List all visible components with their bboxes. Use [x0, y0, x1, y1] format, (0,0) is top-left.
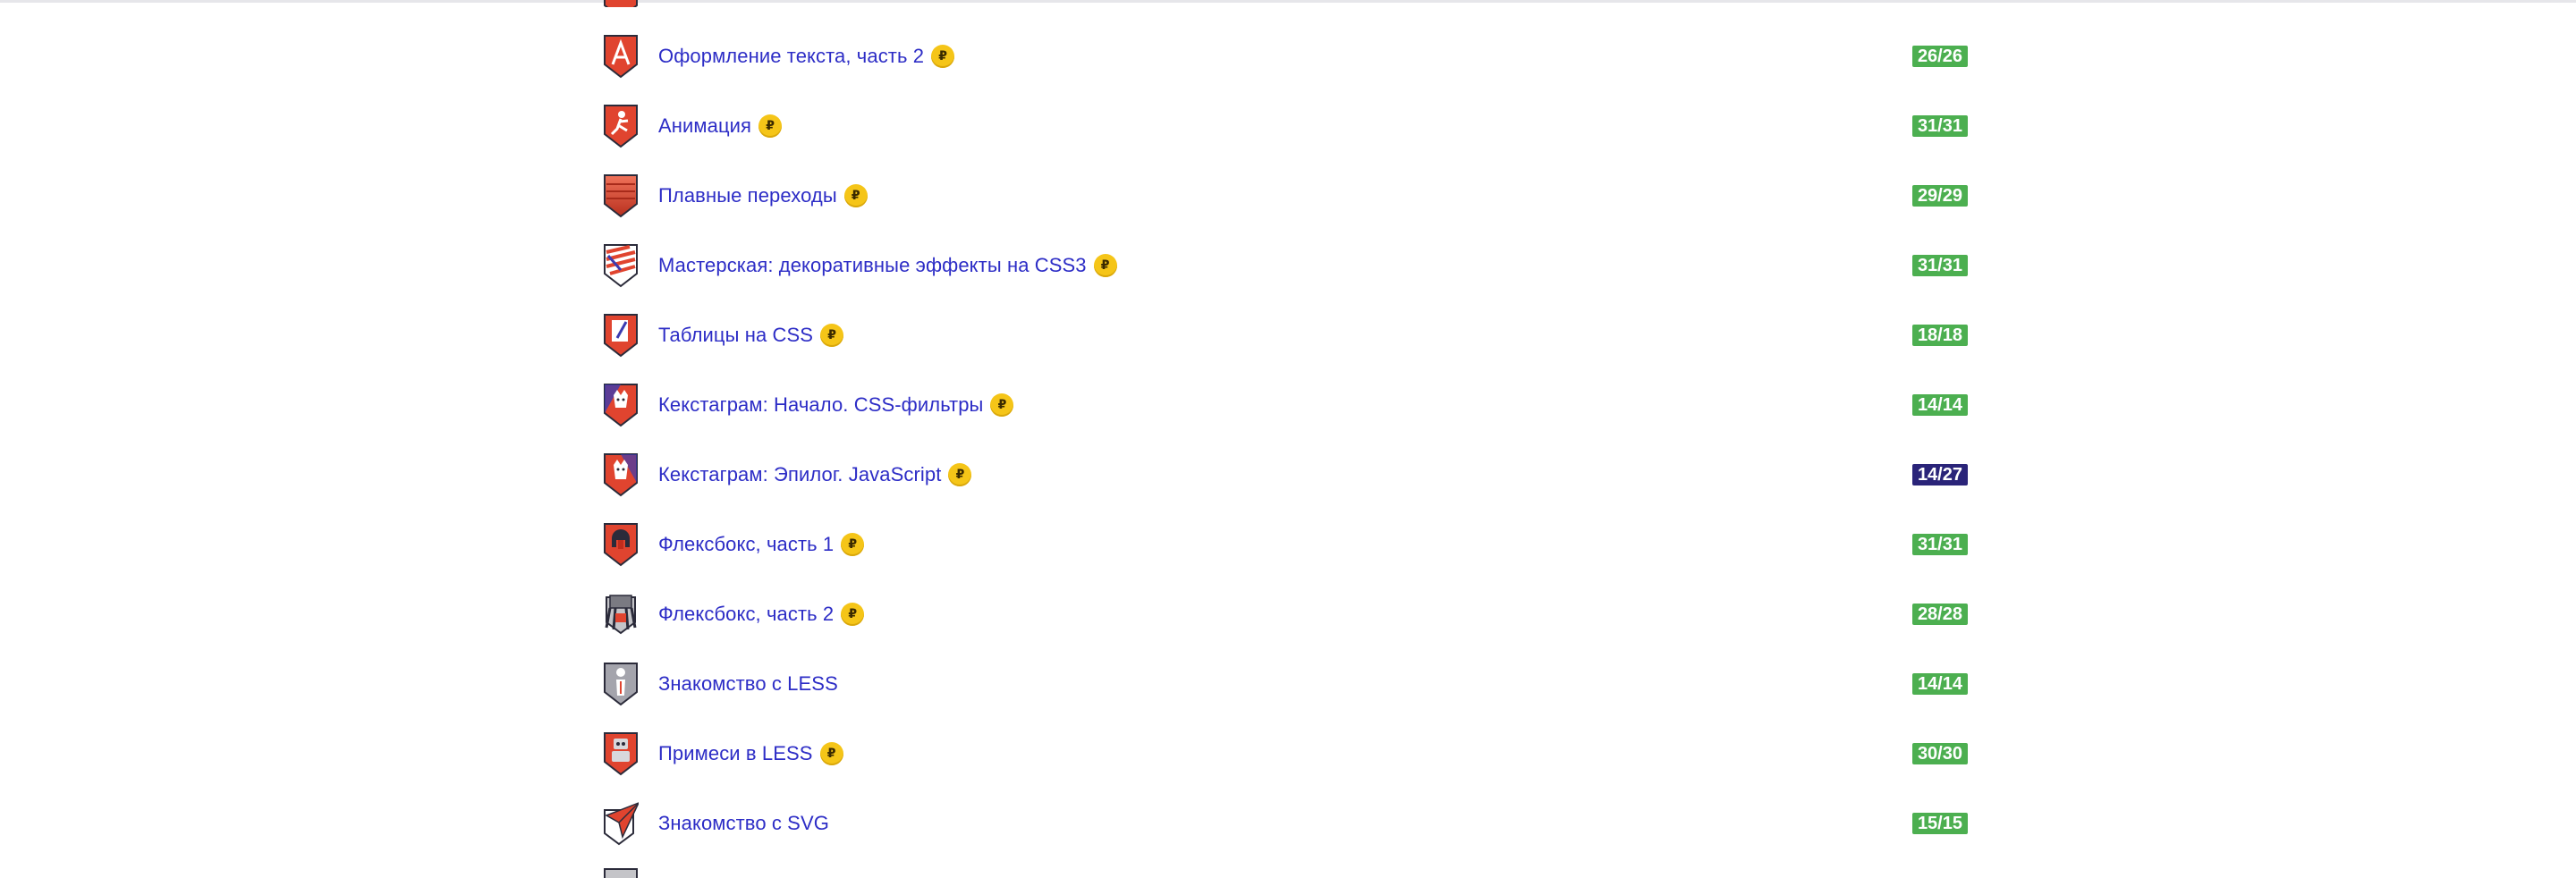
- progress-badge: 31/31: [1911, 115, 1968, 137]
- course-link[interactable]: Плавные переходы: [658, 184, 837, 207]
- course-link[interactable]: Кекстаграм: Начало. CSS-фильтры: [658, 393, 983, 417]
- partial-course-badge-icon: [603, 0, 639, 7]
- progress-badge: 18/18: [1911, 325, 1968, 346]
- ruble-coin-icon: ₽: [841, 603, 865, 626]
- course-link[interactable]: Знакомство с SVG: [658, 812, 829, 835]
- gradient-stripes-icon: [603, 173, 639, 218]
- course-row: Таблицы на CSS ₽ 18/18: [590, 300, 1968, 370]
- ruble-coin-icon: ₽: [841, 533, 865, 556]
- course-link[interactable]: Знакомство с LESS: [658, 672, 838, 696]
- course-title-wrap: Таблицы на CSS ₽: [658, 300, 844, 370]
- course-title-wrap: Кекстаграм: Начало. CSS-фильтры ₽: [658, 370, 1014, 440]
- course-title-wrap: Кекстаграм: Эпилог. JavaScript ₽: [658, 440, 972, 510]
- course-row: Кекстаграм: Эпилог. JavaScript ₽ 14/27: [590, 440, 1968, 510]
- course-link[interactable]: Таблицы на CSS: [658, 324, 813, 347]
- progress-badge: 28/28: [1911, 604, 1968, 625]
- progress-badge: 31/31: [1911, 255, 1968, 276]
- course-title-wrap: Флексбокс, часть 1 ₽: [658, 510, 865, 579]
- course-link[interactable]: Флексбокс, часть 2: [658, 603, 834, 626]
- course-row: Примеси в LESS ₽ 30/30: [590, 719, 1968, 789]
- partial-course-badge-icon: [603, 867, 639, 878]
- course-title-wrap: Плавные переходы ₽: [658, 161, 868, 231]
- course-row: Кекстаграм: Начало. CSS-фильтры ₽ 14/14: [590, 370, 1968, 440]
- progress-badge: 14/14: [1911, 394, 1968, 416]
- progress-badge: 29/29: [1911, 185, 1968, 207]
- progress-badge: 14/27: [1911, 464, 1968, 485]
- course-link[interactable]: Кекстаграм: Эпилог. JavaScript: [658, 463, 941, 486]
- course-row: Мастерская: декоративные эффекты на CSS3…: [590, 231, 1968, 300]
- course-link[interactable]: Мастерская: декоративные эффекты на CSS3: [658, 254, 1087, 277]
- course-row: Плавные переходы ₽ 29/29: [590, 161, 1968, 231]
- ruble-coin-icon: ₽: [1093, 254, 1117, 277]
- course-title-wrap: Мастерская: декоративные эффекты на CSS3…: [658, 231, 1117, 300]
- course-list-page: Оформление текста, часть 2 ₽ 26/26 Анима…: [0, 0, 2576, 878]
- ruble-coin-icon: ₽: [931, 45, 955, 68]
- top-divider: [0, 0, 2576, 3]
- ruble-coin-icon: ₽: [948, 463, 972, 486]
- progress-badge: 30/30: [1911, 743, 1968, 764]
- course-link[interactable]: Примеси в LESS: [658, 742, 813, 765]
- letter-a-icon: [603, 34, 639, 79]
- cat-js-icon: [603, 452, 639, 497]
- course-row: Знакомство с SVG 15/15: [590, 789, 1968, 858]
- course-link[interactable]: Флексбокс, часть 1: [658, 533, 834, 556]
- progress-badge: 15/15: [1911, 813, 1968, 834]
- course-row: Флексбокс, часть 2 ₽ 28/28: [590, 579, 1968, 649]
- robot-mixin-icon: [603, 731, 639, 776]
- ruble-coin-icon: ₽: [758, 114, 783, 138]
- ruble-coin-icon: ₽: [820, 324, 844, 347]
- course-title-wrap: Знакомство с SVG: [658, 789, 829, 858]
- ruble-coin-icon: ₽: [990, 393, 1014, 417]
- paper-plane-icon: [603, 801, 639, 846]
- figure-grey-icon: [603, 662, 639, 706]
- progress-badge: 14/14: [1911, 673, 1968, 695]
- robot-walker-icon: [603, 592, 639, 637]
- course-title-wrap: Примеси в LESS ₽: [658, 719, 843, 789]
- progress-badge: 26/26: [1911, 46, 1968, 67]
- course-row: Оформление текста, часть 2 ₽ 26/26: [590, 21, 1968, 91]
- decorative-stripes-icon: [603, 243, 639, 288]
- ruble-coin-icon: ₽: [843, 184, 868, 207]
- progress-badge: 31/31: [1911, 534, 1968, 555]
- table-pen-icon: [603, 313, 639, 358]
- running-figure-icon: [603, 104, 639, 148]
- course-row: Знакомство с LESS 14/14: [590, 649, 1968, 719]
- course-title-wrap: Анимация ₽: [658, 91, 783, 161]
- course-link[interactable]: Анимация: [658, 114, 751, 138]
- course-row: Флексбокс, часть 1 ₽ 31/31: [590, 510, 1968, 579]
- course-link[interactable]: Оформление текста, часть 2: [658, 45, 924, 68]
- course-title-wrap: Оформление текста, часть 2 ₽: [658, 21, 955, 91]
- course-title-wrap: Флексбокс, часть 2 ₽: [658, 579, 865, 649]
- course-title-wrap: Знакомство с LESS: [658, 649, 838, 719]
- course-row: Анимация ₽ 31/31: [590, 91, 1968, 161]
- course-list: Оформление текста, часть 2 ₽ 26/26 Анима…: [590, 21, 1968, 858]
- helmet-icon: [603, 522, 639, 567]
- cat-filter-icon: [603, 383, 639, 427]
- ruble-coin-icon: ₽: [819, 742, 843, 765]
